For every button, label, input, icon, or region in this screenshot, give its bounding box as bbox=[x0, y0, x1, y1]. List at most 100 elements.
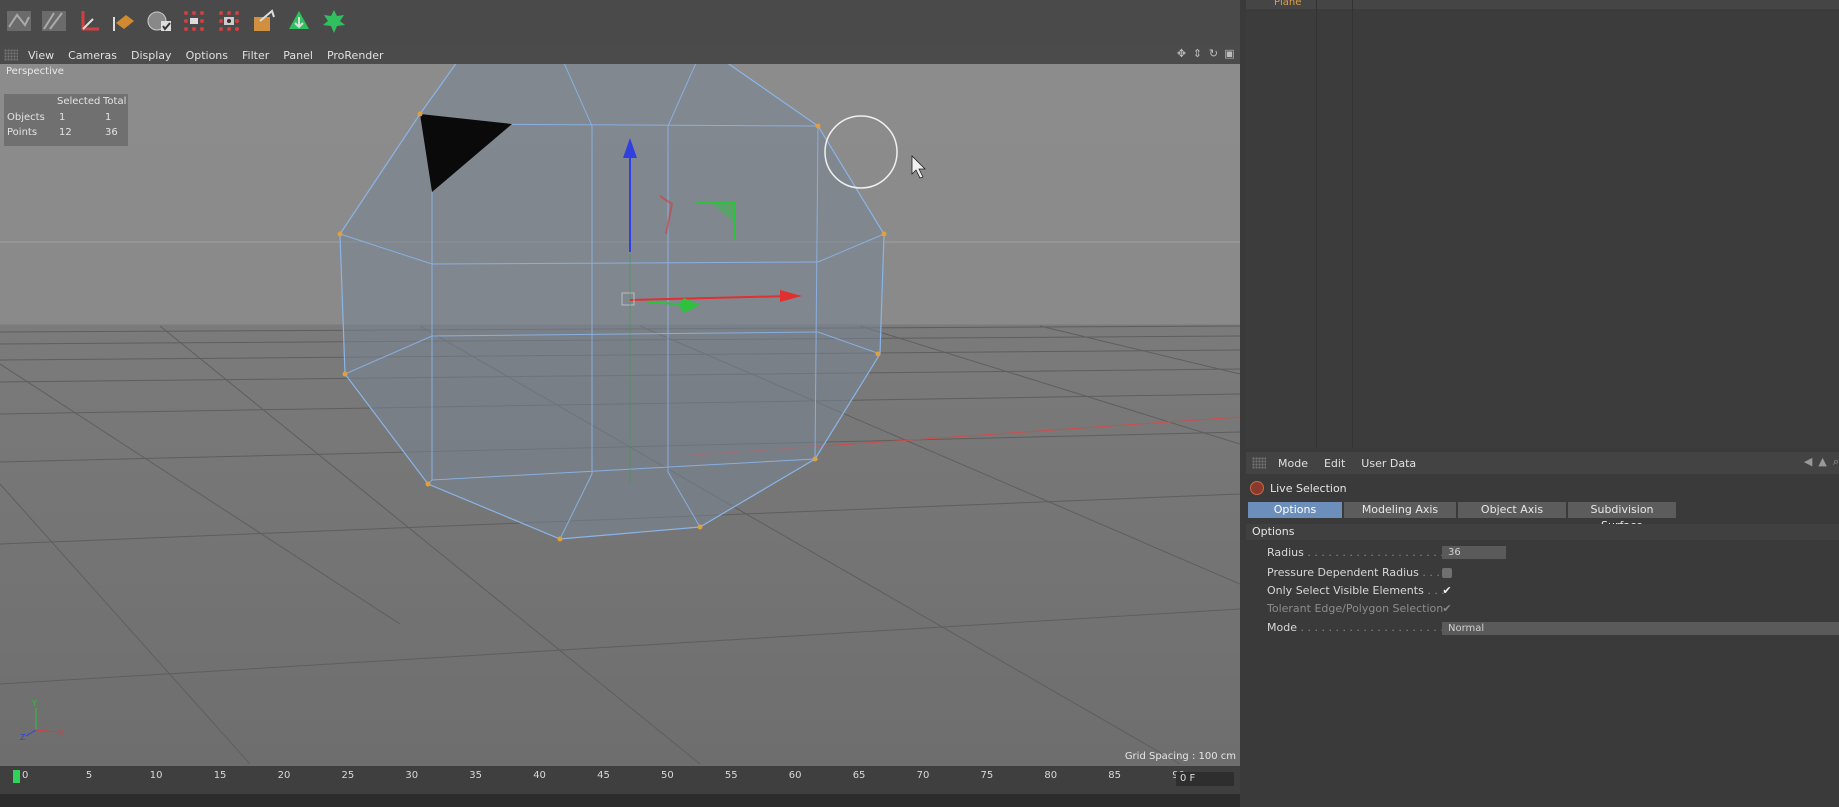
panel-grip-icon[interactable] bbox=[4, 49, 18, 61]
tolerant-selection-checkbox[interactable]: ✔ bbox=[1442, 603, 1452, 614]
attribute-nav-icons: ◀ ▲ ⌕ bbox=[1804, 455, 1839, 469]
radius-input[interactable]: 36 bbox=[1442, 546, 1506, 559]
selection-info-hud: Selected Total Objects 1 1 Points 12 36 bbox=[4, 94, 128, 146]
prop-pressure-radius: Pressure Dependent Radius . . . . bbox=[1267, 566, 1447, 579]
timeline-playhead[interactable] bbox=[13, 770, 20, 783]
menu-options[interactable]: Options bbox=[180, 49, 236, 62]
menu-view[interactable]: View bbox=[22, 49, 62, 62]
rotate-view-icon[interactable]: ↻ bbox=[1207, 47, 1220, 60]
tab-subdivision-surface[interactable]: Subdivision Surface bbox=[1568, 502, 1676, 532]
hud-row-objects: Objects 1 1 bbox=[7, 112, 112, 123]
menu-user-data[interactable]: User Data bbox=[1353, 457, 1424, 470]
timeline[interactable]: 051015202530354045505560657075808590 0 F bbox=[0, 766, 1240, 807]
polygon-object[interactable] bbox=[337, 64, 887, 542]
timeline-tick-label: 85 bbox=[1108, 770, 1122, 781]
timeline-tick-label: 30 bbox=[405, 770, 419, 781]
timeline-tick-label: 20 bbox=[277, 770, 291, 781]
pressure-radius-checkbox[interactable] bbox=[1442, 568, 1452, 578]
tool-name: Live Selection bbox=[1270, 481, 1347, 495]
viewport-menu-bar: View Cameras Display Options Filter Pane… bbox=[0, 46, 1240, 64]
timeline-tick-label: 5 bbox=[85, 770, 93, 781]
zoom-view-icon[interactable]: ⇕ bbox=[1191, 47, 1204, 60]
attribute-tabs: Options Modeling Axis Object Axis Subdiv… bbox=[1248, 502, 1676, 532]
menu-panel[interactable]: Panel bbox=[277, 49, 321, 62]
timeline-tick-label: 55 bbox=[724, 770, 738, 781]
snap-settings-icon[interactable] bbox=[178, 5, 210, 37]
hud-row-points: Points 12 36 bbox=[7, 127, 118, 138]
generator-icon[interactable] bbox=[318, 5, 350, 37]
timeline-tick-label: 70 bbox=[916, 770, 930, 781]
svg-text:X: X bbox=[58, 729, 64, 738]
view-axis-indicator-icon: Y Z X bbox=[20, 699, 64, 742]
svg-text:Z: Z bbox=[20, 733, 26, 742]
timeline-tick-label: 25 bbox=[341, 770, 355, 781]
tab-modeling-axis[interactable]: Modeling Axis bbox=[1344, 502, 1456, 518]
texture-mode-icon[interactable] bbox=[108, 5, 140, 37]
transport-bar bbox=[0, 794, 1240, 807]
up-arrow-icon[interactable]: ▲ bbox=[1818, 455, 1826, 469]
tolerant-selection-label: Tolerant Edge/Polygon Selection bbox=[1267, 602, 1444, 615]
menu-filter[interactable]: Filter bbox=[236, 49, 277, 62]
maximize-view-icon[interactable]: ▣ bbox=[1223, 47, 1236, 60]
prop-visible-elements: Only Select Visible Elements . . . bbox=[1267, 584, 1445, 597]
edges-mode-icon[interactable] bbox=[38, 5, 70, 37]
search-icon[interactable]: ⌕ bbox=[1833, 455, 1839, 469]
workplane-icon[interactable] bbox=[143, 5, 175, 37]
svg-text:Y: Y bbox=[31, 699, 37, 708]
tool-title: Live Selection bbox=[1250, 478, 1347, 498]
menu-cameras[interactable]: Cameras bbox=[62, 49, 125, 62]
timeline-tick-label: 0 bbox=[22, 770, 29, 781]
axis-mode-icon[interactable] bbox=[73, 5, 105, 37]
visible-elements-label: Only Select Visible Elements bbox=[1267, 584, 1424, 597]
panel-grip-icon[interactable] bbox=[1252, 457, 1266, 469]
mode-label: Mode bbox=[1267, 621, 1297, 634]
hud-header-total: Total bbox=[103, 96, 127, 107]
hud-header-selected: Selected bbox=[57, 96, 101, 107]
pressure-radius-label: Pressure Dependent Radius bbox=[1267, 566, 1419, 579]
attribute-manager-menu: Mode Edit User Data ◀ ▲ ⌕ bbox=[1246, 452, 1839, 474]
mouse-pointer-icon bbox=[911, 155, 926, 179]
timeline-tick-label: 75 bbox=[980, 770, 994, 781]
timeline-tick-label: 35 bbox=[469, 770, 483, 781]
points-mode-icon[interactable] bbox=[3, 5, 35, 37]
timeline-tick-label: 65 bbox=[852, 770, 866, 781]
render-region-icon[interactable] bbox=[213, 5, 245, 37]
menu-mode[interactable]: Mode bbox=[1270, 457, 1316, 470]
menu-edit[interactable]: Edit bbox=[1316, 457, 1353, 470]
camera-label[interactable]: Perspective bbox=[6, 66, 64, 77]
timeline-tick-label: 40 bbox=[533, 770, 546, 781]
3d-viewport[interactable]: Y Z X Perspective Selected Total Objects… bbox=[0, 64, 1240, 766]
radius-label: Radius bbox=[1267, 546, 1304, 559]
timeline-ruler[interactable]: 051015202530354045505560657075808590 bbox=[10, 770, 1185, 790]
menu-prorender[interactable]: ProRender bbox=[321, 49, 392, 62]
object-item-plane[interactable]: Plane bbox=[1274, 0, 1301, 8]
visible-elements-checkbox[interactable]: ✔ bbox=[1442, 585, 1452, 596]
toolbar-group-left bbox=[0, 4, 353, 38]
object-list-column bbox=[1246, 0, 1317, 448]
tab-options[interactable]: Options bbox=[1248, 502, 1342, 518]
viewport-nav-icons: ✥ ⇕ ↻ ▣ bbox=[1175, 47, 1236, 60]
object-manager: Plane bbox=[1246, 0, 1839, 448]
main-toolbar bbox=[0, 0, 1240, 46]
section-header-options[interactable]: Options bbox=[1246, 524, 1839, 540]
timeline-tick-label: 45 bbox=[597, 770, 610, 781]
prop-tolerant-selection: Tolerant Edge/Polygon Selection bbox=[1267, 601, 1443, 617]
back-arrow-icon[interactable]: ◀ bbox=[1804, 455, 1812, 469]
grid-spacing-label: Grid Spacing : 100 cm bbox=[1124, 751, 1236, 762]
viewport-scene: Y Z X bbox=[0, 64, 1240, 765]
current-frame-field[interactable]: 0 F bbox=[1176, 772, 1234, 786]
timeline-tick-label: 50 bbox=[661, 770, 674, 781]
menu-display[interactable]: Display bbox=[125, 49, 180, 62]
timeline-tick-label: 10 bbox=[149, 770, 163, 781]
selection-brush-cursor bbox=[824, 115, 898, 189]
timeline-tick-label: 60 bbox=[788, 770, 802, 781]
object-flags-column bbox=[1316, 0, 1353, 448]
mode-select[interactable]: Normal bbox=[1442, 622, 1839, 635]
move-view-icon[interactable]: ✥ bbox=[1175, 47, 1188, 60]
render-settings-icon[interactable] bbox=[248, 5, 280, 37]
deformer-icon[interactable] bbox=[283, 5, 315, 37]
timeline-tick-label: 15 bbox=[213, 770, 227, 781]
timeline-tick-label: 80 bbox=[1044, 770, 1058, 781]
live-selection-icon bbox=[1250, 481, 1264, 495]
tab-object-axis[interactable]: Object Axis bbox=[1458, 502, 1566, 518]
